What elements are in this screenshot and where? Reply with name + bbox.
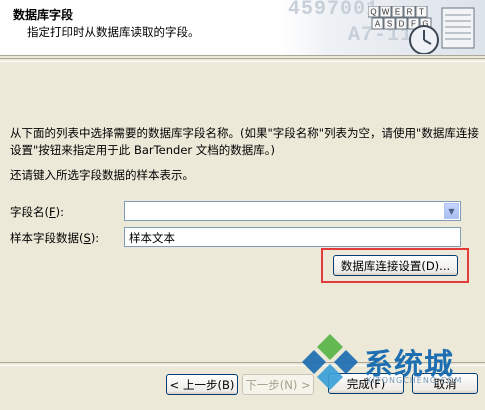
back-button[interactable]: < 上一步(B) xyxy=(166,374,238,395)
hint-text: 还请键入所选字段数据的样本表示。 xyxy=(10,168,194,182)
page-title: 数据库字段 xyxy=(13,8,74,22)
watermark-logo-icon xyxy=(302,334,358,390)
chevron-down-icon[interactable]: ▼ xyxy=(444,203,459,219)
sample-data-input[interactable]: 样本文本 xyxy=(124,227,461,247)
field-name-label: 字段名(F): xyxy=(10,205,64,219)
svg-text:T: T xyxy=(419,8,424,17)
svg-text:R: R xyxy=(407,8,413,17)
page-subtitle: 指定打印时从数据库读取的字段。 xyxy=(27,25,200,39)
database-connection-settings-button[interactable]: 数据库连接设置(D)... xyxy=(333,255,458,276)
wizard-header: 4597001 A7-11 QWERT ASDFG 数据库字段 指定打印时从数据… xyxy=(0,0,485,56)
keyboard-icon: QWERT ASDFG xyxy=(368,6,475,54)
svg-text:Q: Q xyxy=(370,8,376,17)
instructions-text: 从下面的列表中选择需要的数据库字段名称。(如果"字段名称"列表为空，请使用"数据… xyxy=(10,126,479,157)
svg-text:E: E xyxy=(395,8,400,17)
field-name-dropdown[interactable]: ▼ xyxy=(124,201,461,221)
svg-text:D: D xyxy=(399,20,405,29)
svg-text:F: F xyxy=(411,20,416,29)
header-divider xyxy=(0,58,485,62)
sample-data-label: 样本字段数据(S): xyxy=(10,231,100,245)
svg-text:A: A xyxy=(375,20,381,29)
header-decoration: 4597001 A7-11 QWERT ASDFG xyxy=(280,0,485,55)
header-art-number: 4597001 xyxy=(288,0,380,21)
svg-text:W: W xyxy=(382,8,390,17)
svg-text:S: S xyxy=(387,20,392,29)
watermark-subtext: XITONGCHENG.COM xyxy=(366,376,463,385)
